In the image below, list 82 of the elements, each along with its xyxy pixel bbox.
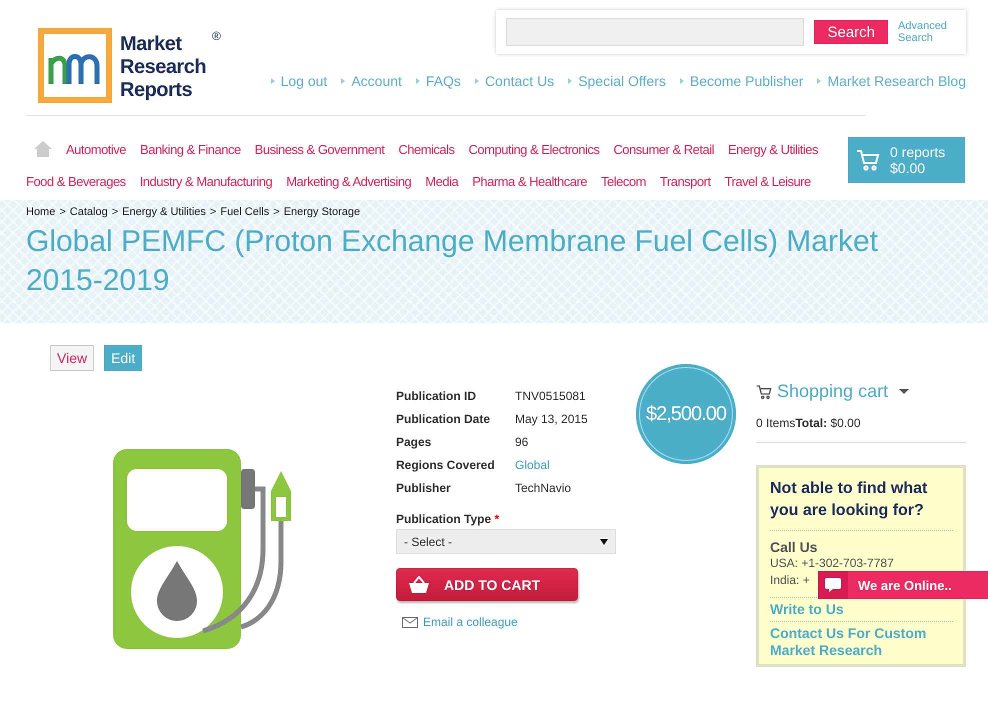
advanced-search-link[interactable]: Advanced Search (898, 20, 956, 44)
category-link[interactable]: Travel & Leisure (724, 174, 811, 188)
caret-icon[interactable] (899, 389, 910, 394)
category-link[interactable]: Automotive (66, 142, 126, 156)
top-link[interactable]: Become Publisher (680, 73, 804, 89)
detail-label: Publication Date (396, 412, 492, 426)
basket-icon (408, 576, 430, 594)
category-link[interactable]: Energy & Utilities (728, 142, 818, 156)
price-badge: $2,500.00 (636, 364, 736, 464)
top-link[interactable]: Account (341, 73, 402, 89)
cart-icon (856, 148, 880, 172)
detail-label: Regions Covered (396, 458, 496, 472)
field-label: Publication Type * (396, 512, 500, 526)
cart-icon (756, 384, 772, 400)
home-icon[interactable] (34, 141, 52, 157)
category-link[interactable]: Computing & Electronics (468, 142, 600, 156)
chat-label: We are Online.. (858, 578, 952, 592)
category-link[interactable]: Pharma & Healthcare (472, 174, 587, 188)
breadcrumb-separator: > (210, 206, 216, 218)
search-field[interactable] (506, 18, 804, 46)
help-heading: Not able to find what you are looking for? (770, 478, 953, 531)
detail-value: 96 (515, 434, 528, 448)
chat-bubble-icon (825, 577, 841, 593)
view-tab[interactable]: Edit (104, 345, 142, 371)
logo-icon (38, 28, 112, 103)
detail-label: Publication ID (396, 388, 478, 402)
breadcrumb-link[interactable]: Catalog (70, 206, 108, 218)
arrow-icon (474, 78, 479, 84)
logo-text: Research (120, 56, 206, 79)
detail-link[interactable]: Global (515, 458, 550, 472)
breadcrumb-link[interactable]: Energy & Utilities (122, 206, 206, 218)
view-tab[interactable]: View (50, 345, 94, 371)
search-button[interactable]: Search (814, 20, 888, 44)
category-link[interactable]: Transport (660, 174, 711, 188)
arrow-icon (817, 78, 822, 84)
chat-widget[interactable]: We are Online.. (818, 571, 988, 599)
detail-value: May 13, 2015 (515, 412, 588, 426)
top-link[interactable]: Market Research Blog (817, 73, 966, 89)
arrow-icon (568, 78, 572, 84)
phone-number: USA: +1-302-703-7787 (770, 555, 894, 572)
add-to-cart-button[interactable]: ADD TO CART (396, 568, 578, 601)
category-link[interactable]: Marketing & Advertising (286, 174, 412, 188)
arrow-icon (341, 78, 346, 84)
top-link[interactable]: Log out (270, 73, 328, 89)
category-link[interactable]: Banking & Finance (140, 142, 241, 156)
breadcrumb-separator: > (112, 206, 118, 218)
arrow-icon (680, 78, 684, 84)
category-link[interactable]: Industry & Manufacturing (140, 174, 272, 188)
help-link[interactable]: Contact Us For Custom Market Research (770, 621, 953, 662)
detail-value: TechNavio (515, 480, 572, 494)
category-link[interactable]: Food & Beverages (26, 174, 126, 188)
breadcrumb-link[interactable]: Fuel Cells (220, 206, 270, 218)
email-colleague-link[interactable]: Email a colleague (402, 615, 626, 629)
top-link[interactable]: FAQs (416, 73, 461, 89)
detail-label: Publisher (396, 480, 452, 494)
dropdown-icon (600, 538, 608, 544)
category-link[interactable]: Media (425, 174, 458, 188)
category-link[interactable]: Chemicals (398, 142, 455, 156)
cart-summary: 0 ItemsTotal: $0.00 (756, 416, 966, 443)
arrow-icon (416, 78, 420, 84)
logo-text: Market (120, 33, 182, 56)
envelope-icon (402, 616, 418, 628)
logo-text: Reports (120, 79, 192, 102)
publication-type-select[interactable]: - Select - (396, 529, 616, 554)
detail-label: Pages (396, 434, 432, 448)
breadcrumb-separator: > (59, 206, 66, 218)
detail-value: TNV0515081 (515, 388, 586, 402)
call-us-heading: Call Us (770, 539, 818, 555)
top-link[interactable]: Special Offers (568, 73, 666, 89)
top-link[interactable]: Contact Us (474, 73, 554, 89)
breadcrumb-link[interactable]: Energy Storage (284, 206, 360, 218)
category-link[interactable]: Business & Government (254, 142, 384, 156)
arrow-icon (270, 78, 275, 84)
cart-button[interactable]: 0 reports $0.00 (848, 137, 965, 183)
phone-number: India: + (770, 572, 810, 589)
shopping-cart-link[interactable]: Shopping cart (777, 381, 888, 402)
category-link[interactable]: Telecom (601, 174, 646, 188)
page-title: Global PEMFC (Proton Exchange Membrane Fuel Cells) Market 2015-2019 (26, 224, 879, 299)
breadcrumb-separator: > (273, 206, 280, 218)
registered-mark: ® (212, 28, 220, 45)
breadcrumb-link[interactable]: Home (26, 206, 56, 218)
category-link[interactable]: Consumer & Retail (613, 142, 714, 156)
